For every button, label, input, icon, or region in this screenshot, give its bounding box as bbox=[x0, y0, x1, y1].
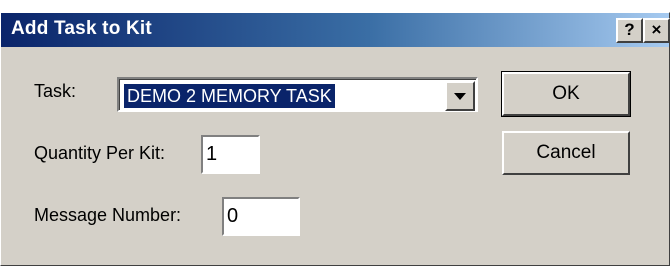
task-selected-value[interactable]: DEMO 2 MEMORY TASK bbox=[124, 84, 335, 108]
quantity-field[interactable]: 1 bbox=[201, 135, 260, 174]
quantity-label: Quantity Per Kit: bbox=[34, 143, 166, 163]
task-dropdown-button[interactable] bbox=[445, 81, 475, 111]
close-button[interactable]: × bbox=[643, 18, 670, 43]
help-button[interactable]: ? bbox=[616, 18, 643, 43]
message-number-label: Message Number: bbox=[34, 205, 182, 225]
chevron-down-icon bbox=[454, 93, 466, 100]
task-combobox-inner: DEMO 2 MEMORY TASK bbox=[119, 79, 476, 111]
close-icon: × bbox=[651, 20, 662, 39]
title-bar[interactable]: Add Task to Kit ? × bbox=[1, 13, 670, 47]
help-icon: ? bbox=[624, 20, 635, 39]
add-task-dialog: Add Task to Kit ? × Task: DEMO 2 MEMORY … bbox=[0, 12, 670, 266]
message-number-field[interactable]: 0 bbox=[222, 197, 300, 236]
message-number-value: 0 bbox=[227, 205, 239, 227]
ok-button[interactable]: OK bbox=[501, 71, 631, 117]
task-combobox[interactable]: DEMO 2 MEMORY TASK bbox=[117, 77, 478, 112]
dialog-title: Add Task to Kit bbox=[11, 18, 152, 39]
cancel-button[interactable]: Cancel bbox=[502, 131, 630, 175]
task-label: Task: bbox=[34, 81, 77, 101]
quantity-value: 1 bbox=[206, 143, 218, 165]
top-white-strip bbox=[0, 0, 670, 12]
